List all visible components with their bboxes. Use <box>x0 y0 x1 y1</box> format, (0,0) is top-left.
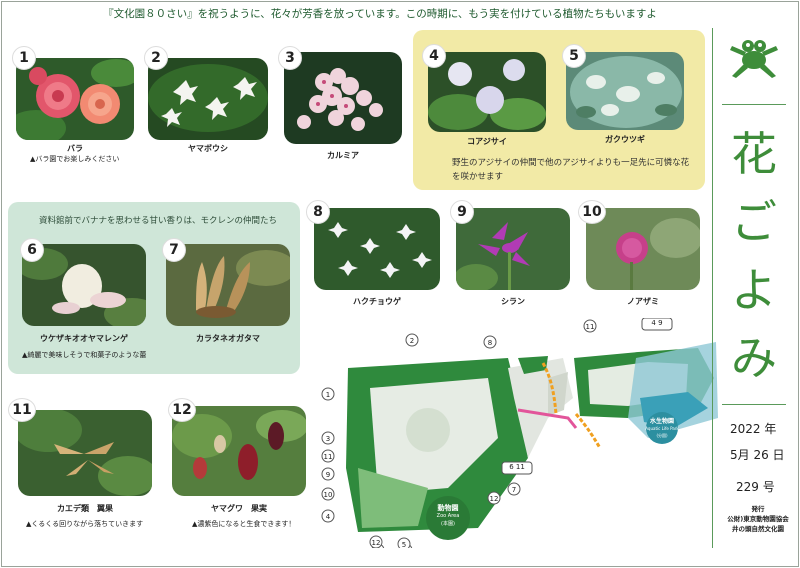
title-char-1: 花 <box>731 127 777 181</box>
map-marker-11a: 11 <box>324 453 333 461</box>
marker-3: 3 <box>278 46 302 70</box>
zoo-label-jp: 動物園 <box>437 504 459 512</box>
map-marker-5: 5 <box>402 541 406 548</box>
noazami-photo <box>586 208 700 290</box>
frog-icon <box>726 30 782 90</box>
publisher-block: 発行 公財)東京動物園協会 井の頭自然文化園 <box>716 504 800 534</box>
koajisai-photo <box>428 52 546 132</box>
aquatic-label-jp: 水生物園 <box>649 418 674 425</box>
map-marker-8: 8 <box>488 339 492 347</box>
note-6: ▲綺麗で美味しそうで和菓子のような蕾 <box>22 351 147 359</box>
aquatic-label-sub: (分園) <box>656 433 668 438</box>
caption-10: ノアザミ <box>627 297 659 306</box>
marker-5: 5 <box>562 44 586 68</box>
sidebar-rule-top <box>722 104 786 105</box>
caption-6: ウケザキオオヤマレンゲ <box>40 334 128 343</box>
caption-7: カラタネオガタマ <box>196 334 260 343</box>
yamaboushi-photo <box>148 58 268 140</box>
map-marker-1: 1 <box>326 391 330 399</box>
note-12: ▲濃紫色になると生食できます！ <box>192 520 296 528</box>
publisher-label: 発行 <box>751 505 765 513</box>
hakuchouge-photo <box>314 208 440 290</box>
aquatic-label: 水生物園 Aquatic Life Park (分園) <box>644 418 680 439</box>
issue-number: 229 号 <box>736 480 775 494</box>
caption-1: バラ <box>67 144 83 153</box>
sidebar-rule-bottom <box>722 404 786 405</box>
map-marker-6-11: 6 11 <box>509 463 525 471</box>
marker-9: 9 <box>450 200 474 224</box>
map-marker-3: 3 <box>326 435 330 443</box>
note-1: ▲バラ園でお楽しみください <box>30 155 120 163</box>
gakuutsugi-photo <box>566 52 684 130</box>
yamaguwa-photo <box>172 406 306 496</box>
zoo-label-en: Zoo Area <box>436 513 460 519</box>
caption-2: ヤマボウシ <box>188 144 228 153</box>
caption-4: コアジサイ <box>467 137 507 146</box>
caption-3: カルミア <box>327 151 359 160</box>
marker-10: 10 <box>578 200 606 224</box>
map-marker-4: 4 <box>326 513 331 521</box>
title-char-3: よ <box>731 263 777 317</box>
title-char-2: ご <box>731 195 777 249</box>
caption-8: ハクチョウゲ <box>353 297 401 306</box>
marker-4: 4 <box>422 44 446 68</box>
map-marker-10: 10 <box>324 491 333 499</box>
sidebar-divider <box>712 28 713 548</box>
map-marker-4-9: 4 9 <box>651 319 663 327</box>
kalmia-photo <box>284 52 402 144</box>
caption-5: ガクウツギ <box>605 135 645 144</box>
rose-photo <box>16 58 134 140</box>
map-marker-12a: 12 <box>490 495 499 503</box>
zoo-label-sub: (本園) <box>441 521 455 527</box>
map-marker-12b: 12 <box>372 539 381 547</box>
publisher-place: 井の頭自然文化園 <box>732 525 784 533</box>
marker-12: 12 <box>168 398 196 422</box>
map-marker-9: 9 <box>326 471 330 479</box>
issue-date: 5月 26 日 <box>730 448 785 462</box>
marker-6: 6 <box>20 238 44 262</box>
map-marker-7: 7 <box>512 486 516 494</box>
marker-2: 2 <box>144 46 168 70</box>
marker-11: 11 <box>8 398 36 422</box>
caption-9: シラン <box>501 297 525 306</box>
issue-year: 2022 年 <box>730 422 777 436</box>
marker-1: 1 <box>12 46 36 70</box>
hydrangea-note: 野生のアジサイの仲間で他のアジサイよりも一足先に可憐な花を咲かせます <box>452 158 690 182</box>
caption-12: ヤマグワ 果実 <box>211 504 267 513</box>
caption-11: カエデ類 翼果 <box>57 504 113 513</box>
aquatic-label-en: Aquatic Life Park <box>645 426 679 431</box>
marker-8: 8 <box>306 200 330 224</box>
kaede-photo <box>18 410 152 496</box>
map-marker-2: 2 <box>410 337 414 345</box>
karatane-photo <box>166 244 290 326</box>
shiran-photo <box>456 208 570 290</box>
note-11: ▲くるくる回りながら落ちていきます <box>26 520 144 528</box>
publisher-org: 公財)東京動物園協会 <box>727 515 789 523</box>
title-char-4: み <box>731 331 777 385</box>
zoo-label: 動物園 Zoo Area (本園) <box>426 504 470 528</box>
magnolia-header: 資料館前でバナナを思わせる甘い香りは、モクレンの仲間たち <box>38 216 277 226</box>
marker-7: 7 <box>162 238 186 262</box>
park-map: 1 2 3 4 9 10 8 7 12 11 11 5 12 6 11 4 9 … <box>318 317 718 557</box>
map-marker-11b: 11 <box>586 323 595 331</box>
intro-text: 『文化園８０さい』を祝うように、花々が芳香を放っています。この時期に、もう実を付… <box>103 8 657 20</box>
